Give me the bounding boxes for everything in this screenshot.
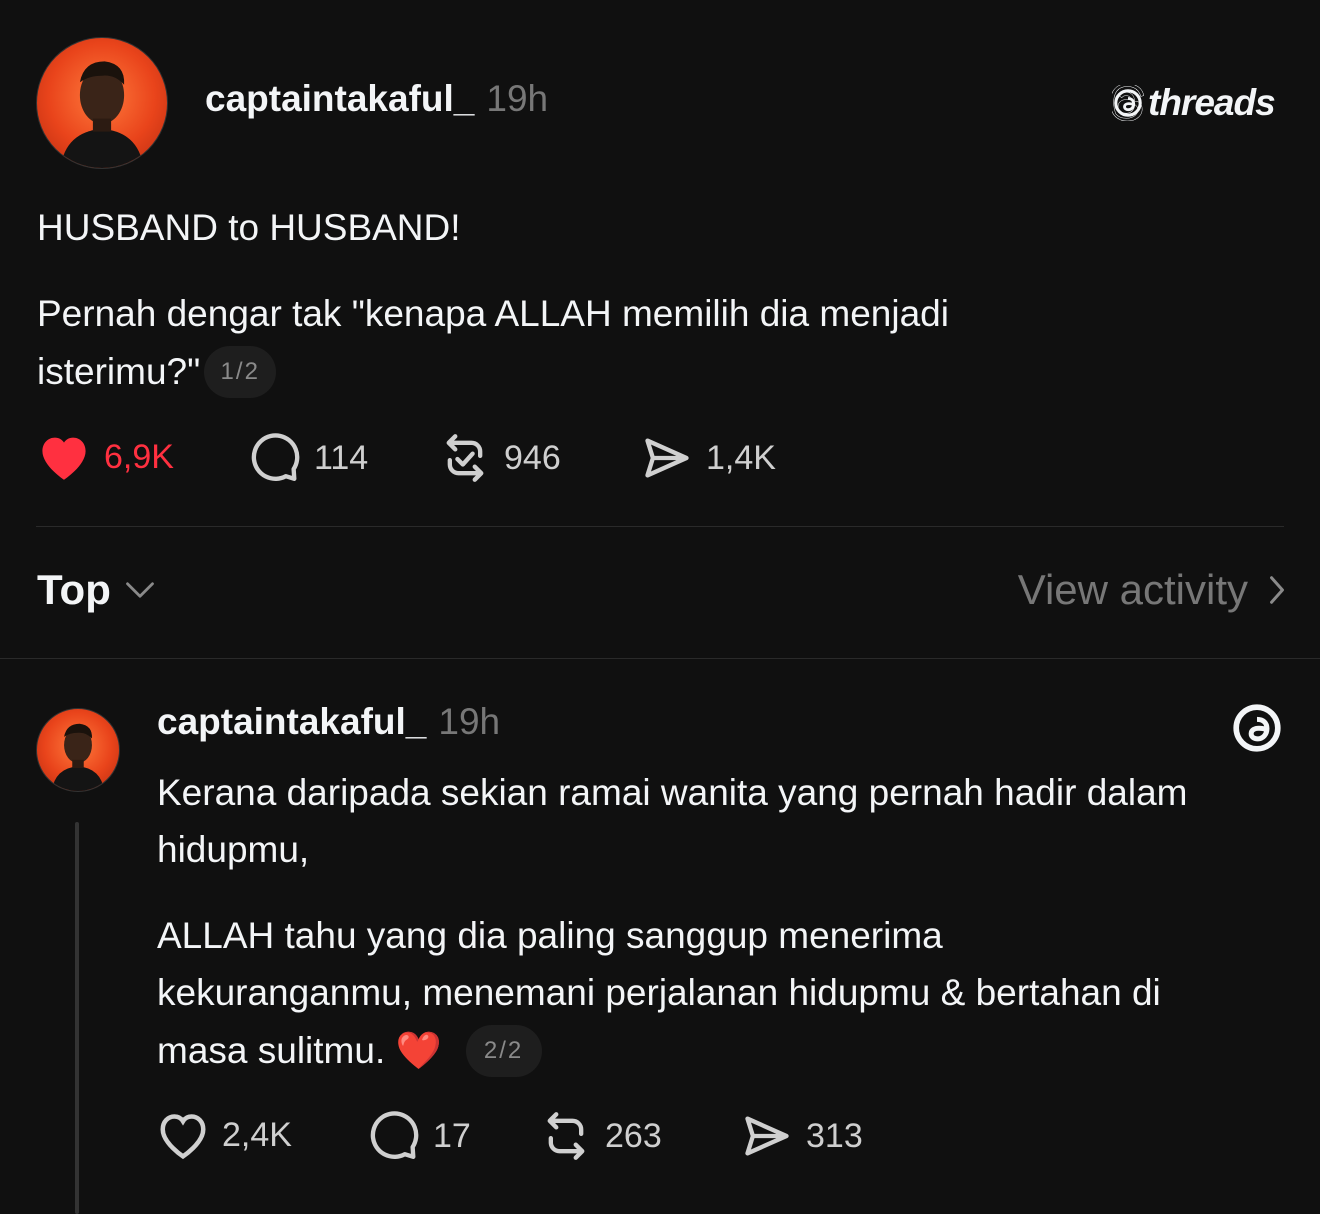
reply-share-count: 313 xyxy=(806,1116,863,1155)
section-divider xyxy=(0,658,1320,659)
repost-count: 946 xyxy=(504,438,561,477)
reply-threads-badge[interactable] xyxy=(1231,701,1283,760)
share-button[interactable]: 1,4K xyxy=(640,432,776,484)
reply-repost-button[interactable]: 263 xyxy=(539,1110,662,1162)
repost-icon xyxy=(547,1112,585,1160)
comment-icon xyxy=(370,1111,419,1159)
reply-repost-count: 263 xyxy=(605,1116,662,1155)
threads-logo-icon xyxy=(1112,85,1144,121)
comment-button[interactable]: 114 xyxy=(248,432,368,484)
like-count: 6,9K xyxy=(104,437,174,476)
avatar-portrait-icon xyxy=(60,61,144,168)
post-divider xyxy=(36,526,1284,527)
reply-line-3: ALLAH tahu yang dia paling sanggup mener… xyxy=(157,915,943,956)
thread-line xyxy=(75,822,79,1214)
view-activity-label: View activity xyxy=(1017,566,1248,613)
comment-count: 114 xyxy=(314,438,369,477)
post-author-avatar[interactable] xyxy=(36,37,168,169)
like-button[interactable]: 6,9K xyxy=(36,432,174,482)
reply-like-button[interactable]: 2,4K xyxy=(156,1110,292,1160)
reply-author-avatar[interactable] xyxy=(36,708,120,792)
repost-icon xyxy=(446,434,484,482)
post-paragraph-2-line-1: Pernah dengar tak "kenapa ALLAH memilih … xyxy=(37,293,949,334)
comment-icon xyxy=(251,433,300,481)
post-paragraph-2-line-2: isterimu?" xyxy=(37,351,201,392)
reply-like-count: 2,4K xyxy=(222,1115,292,1154)
share-icon xyxy=(745,1116,789,1156)
avatar-portrait-icon xyxy=(51,723,105,791)
reply-line-4: kekuranganmu, menemani perjalanan hidupm… xyxy=(157,972,1161,1013)
post-timestamp: 19h xyxy=(486,78,549,119)
chevron-down-icon xyxy=(125,582,154,598)
threads-logo-text: threads xyxy=(1148,82,1276,123)
reply-username[interactable]: captaintakaful_ xyxy=(157,701,426,743)
post-username[interactable]: captaintakaful_ xyxy=(205,78,474,120)
reply-timestamp: 19h xyxy=(438,701,501,742)
reply-share-button[interactable]: 313 xyxy=(740,1110,863,1162)
share-count: 1,4K xyxy=(706,438,776,477)
reply-line-2: hidupmu, xyxy=(157,829,310,870)
reply-line-1: Kerana daripada sekian ramai wanita yang… xyxy=(157,772,1188,813)
reply-comment-count: 17 xyxy=(433,1116,471,1155)
threads-logo-icon xyxy=(1233,704,1281,752)
chevron-right-icon xyxy=(1270,576,1284,604)
reply-comment-button[interactable]: 17 xyxy=(367,1110,471,1162)
heart-icon xyxy=(42,437,86,480)
post-pager-badge: 1/2 xyxy=(204,346,277,398)
heart-icon xyxy=(160,1114,206,1160)
post-paragraph-1: HUSBAND to HUSBAND! xyxy=(37,207,461,248)
reply-pager-badge: 2/2 xyxy=(465,1025,542,1077)
sort-dropdown[interactable]: Top xyxy=(37,566,155,614)
threads-logo[interactable]: threads xyxy=(1112,82,1276,124)
reply-line-5: masa sulitmu. ❤️ xyxy=(157,1030,442,1071)
sort-label: Top xyxy=(37,566,111,613)
view-activity-link[interactable]: View activity xyxy=(1018,566,1286,614)
share-icon xyxy=(645,438,689,478)
repost-button[interactable]: 946 xyxy=(438,432,561,484)
